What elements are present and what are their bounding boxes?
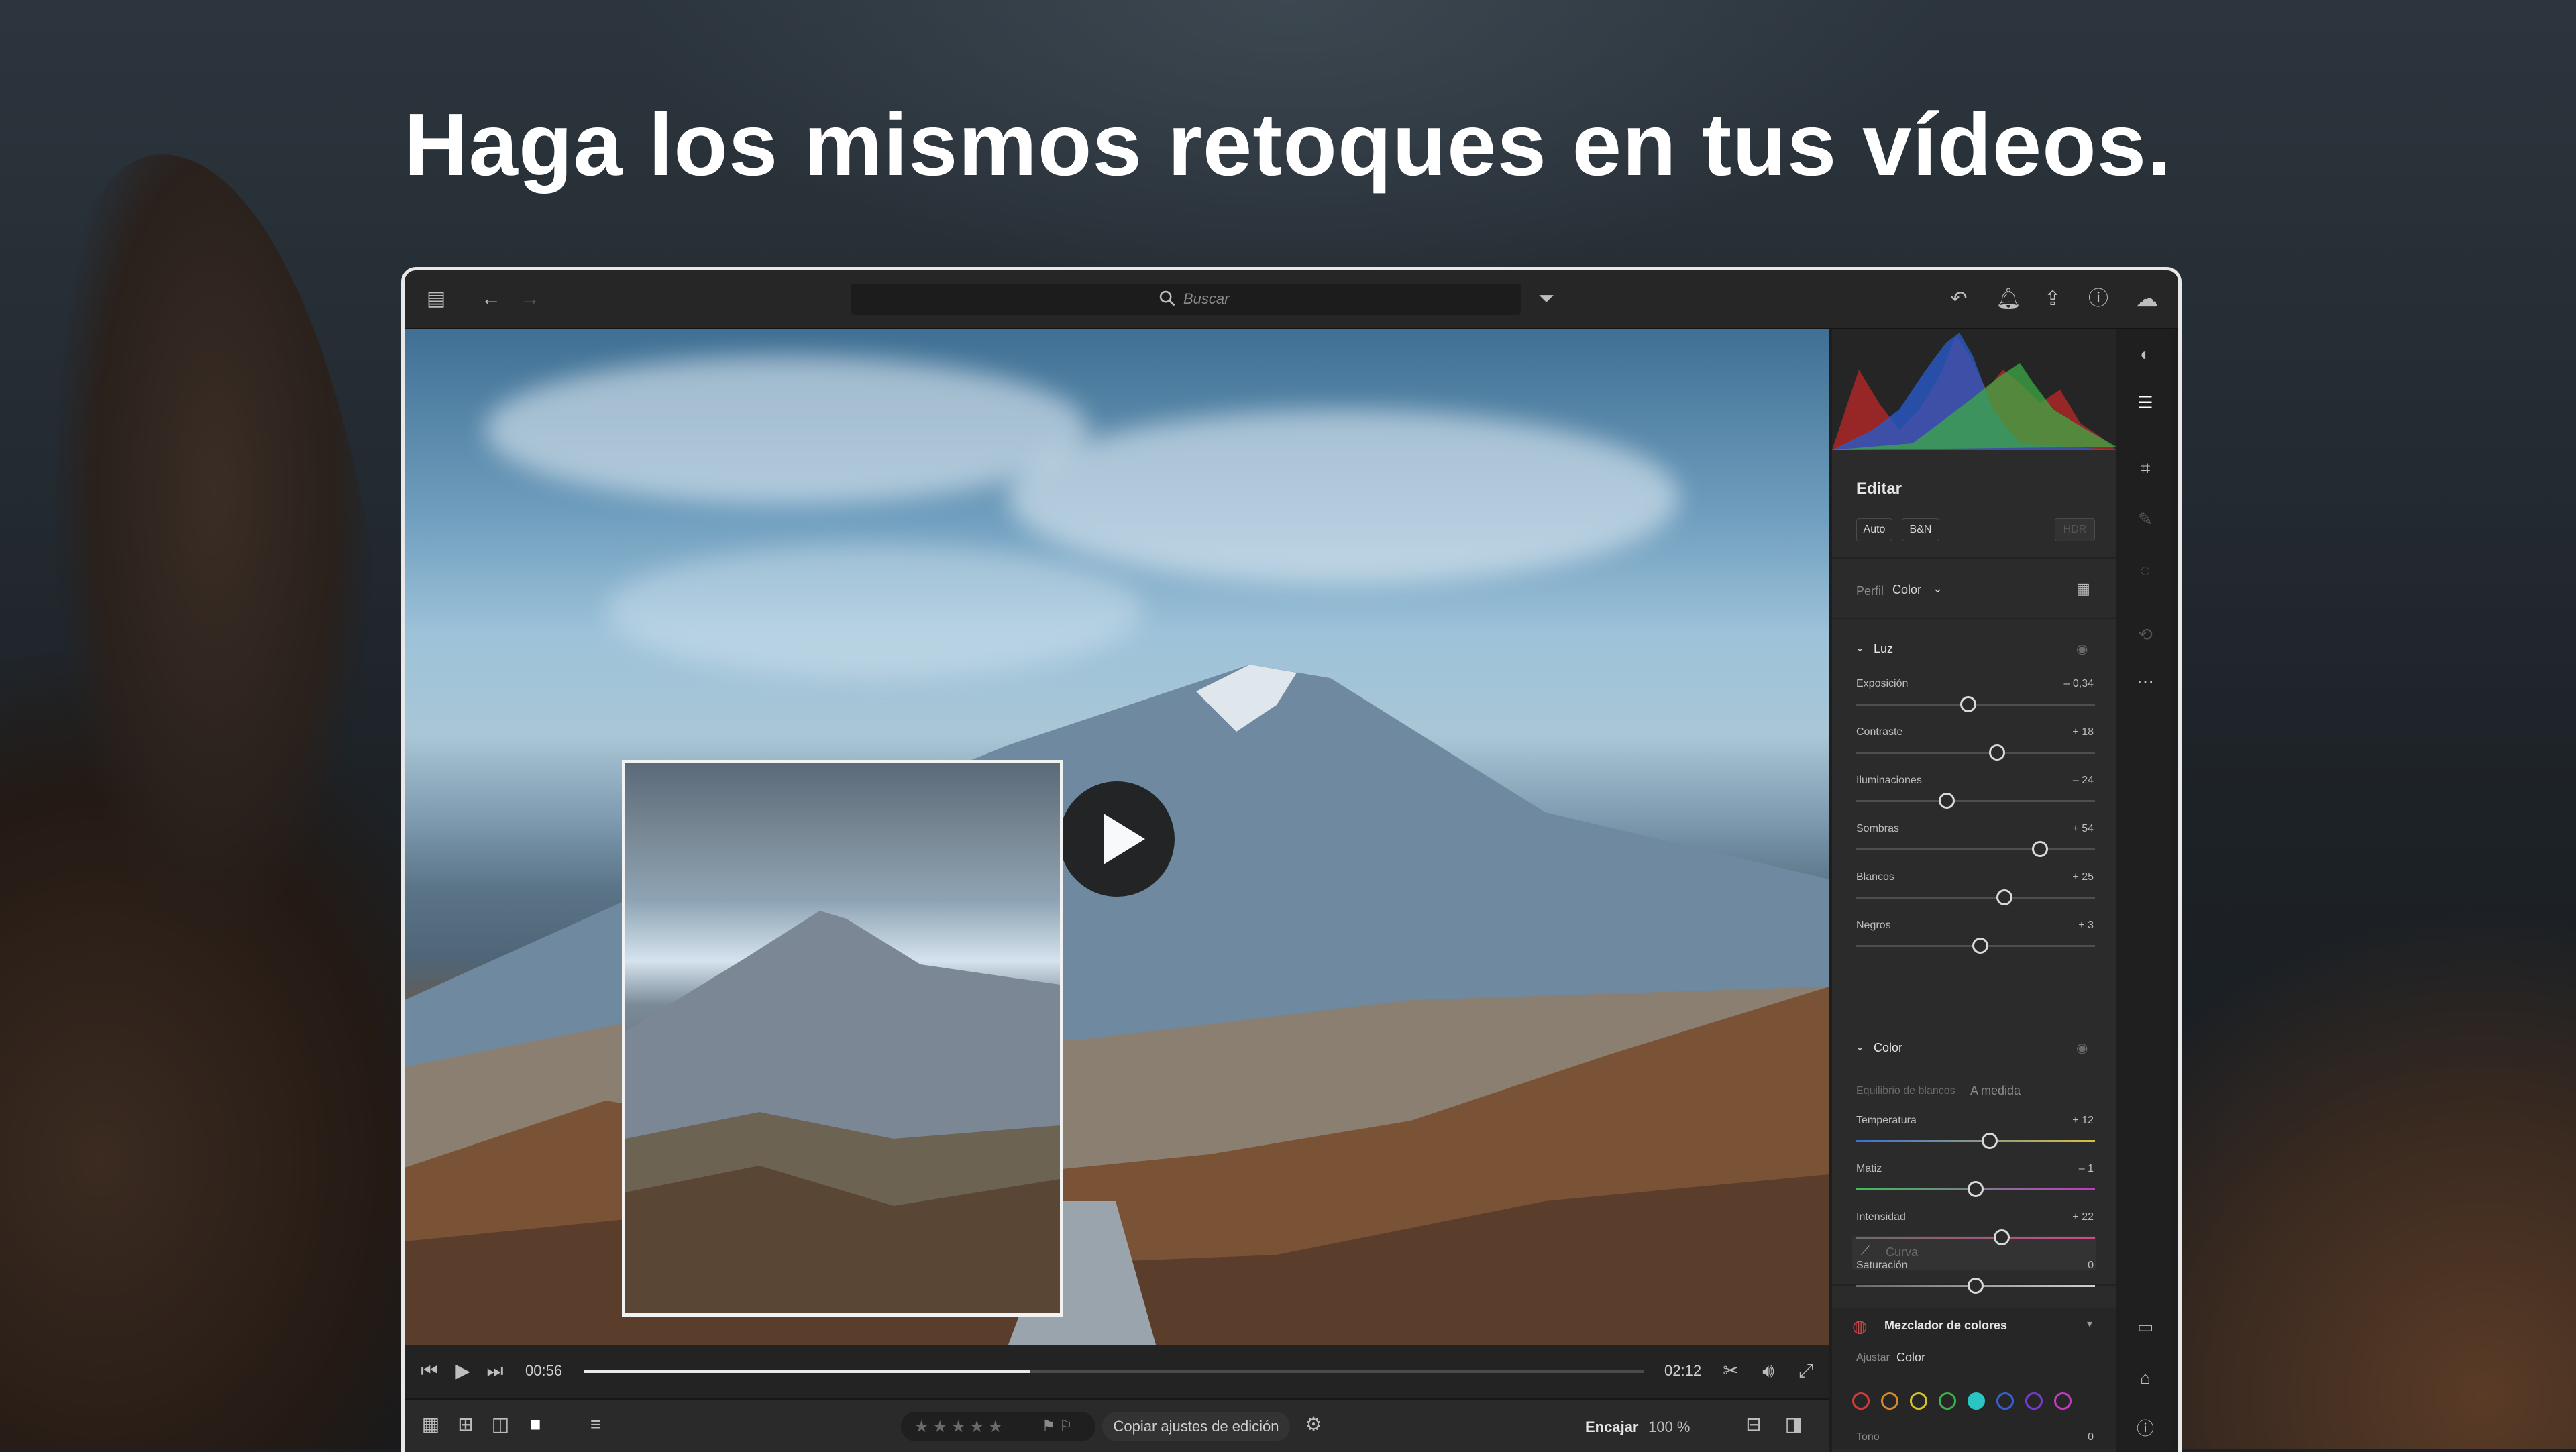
detail-view-icon[interactable]: ■ [524,1413,547,1436]
slider-track[interactable] [1856,752,2095,754]
auto-button[interactable]: Auto [1856,518,1892,541]
volume-icon[interactable]: 🔊︎ [1757,1359,1780,1382]
slider-value[interactable]: – 24 [2073,775,2094,787]
slider-value[interactable]: + 25 [2072,871,2094,883]
headline: Haga los mismos retoques en tus vídeos. [404,95,2172,194]
profile-dropdown[interactable]: Color [1892,583,1921,597]
fit-label[interactable]: Encajar [1585,1418,1639,1436]
rating-flags[interactable]: ★★★★★ ⚑ ⚐ [901,1412,1095,1441]
slider-handle[interactable] [1939,793,1955,809]
presets-icon[interactable]: ◐ [2134,343,2157,366]
bottom-toolbar: ▦ ⊞ ◫ ■ ≡ ★★★★★ ⚑ ⚐ Copiar ajustes de ed… [405,1398,1829,1452]
share-icon[interactable]: ⇪ [2041,288,2064,311]
slider-label: Iluminaciones [1856,775,1922,786]
hdr-button[interactable]: HDR [2055,518,2095,541]
masking-icon[interactable]: ◌ [2134,559,2157,581]
profile-label: Perfil [1856,584,1884,598]
light-section-title[interactable]: Luz [1874,642,1893,656]
curve-button[interactable]: ⟋ Curva [1852,1236,2096,1270]
slider-handle[interactable] [1996,889,2012,905]
timeline-progress [584,1370,1030,1373]
comment-icon[interactable]: ▭ [2134,1315,2157,1338]
bell-icon[interactable]: 🔔︎ [1996,288,2021,311]
filter-icon[interactable]: ⏷ [1535,288,1558,311]
slider-track[interactable] [1856,800,2095,802]
top-toolbar: ▤ ← → Buscar ⏷ ↶ 🔔︎ ⇪ ⓘ ☁ [405,270,2178,329]
info-icon[interactable]: ⓘ [2134,1417,2157,1440]
light-visibility-eye-icon[interactable]: ◉ [2076,640,2088,657]
tag-icon[interactable]: ⌂ [2134,1366,2157,1389]
original-preview-image [622,760,1063,1317]
bw-button[interactable]: B&N [1902,518,1939,541]
slider-label: Blancos [1856,871,1894,883]
slider-handle[interactable] [1960,696,1977,712]
slider-label: Negros [1856,919,1891,931]
curve-icon: ⟋ [1860,1244,1870,1259]
versions-icon[interactable]: ⟲ [2134,623,2157,646]
search-placeholder: Buscar [1183,290,1230,307]
sidebar-toggle-icon[interactable]: ▤ [425,288,447,311]
more-icon[interactable]: ⋯ [2134,670,2157,693]
slider-value[interactable]: + 54 [2072,823,2094,835]
edit-sliders-icon[interactable]: ☰ [2134,391,2157,414]
slider-value[interactable]: + 18 [2072,726,2094,738]
current-time: 00:56 [525,1362,563,1379]
slider-label: Sombras [1856,823,1900,834]
slider-handle[interactable] [1972,938,1989,954]
cloud-icon[interactable]: ☁ [2135,288,2158,311]
trim-icon[interactable]: ✂ [1719,1359,1742,1382]
video-viewer[interactable] [405,329,1829,1345]
total-time: 02:12 [1664,1362,1702,1379]
slider-handle[interactable] [2032,841,2049,857]
undo-icon[interactable]: ↶ [1947,288,1970,311]
slider-value[interactable]: – 0,34 [2064,678,2094,690]
square-grid-icon[interactable]: ⊞ [454,1413,477,1436]
compare-view-icon[interactable]: ◫ [489,1413,512,1436]
light-collapse-icon[interactable]: ⌄ [1855,640,1865,655]
play-button[interactable] [1059,781,1175,897]
filmstrip-icon[interactable]: ⊟ [1742,1413,1765,1436]
settings-gear-icon[interactable]: ⚙ [1302,1413,1325,1436]
copy-settings-button[interactable]: Copiar ajustes de edición [1102,1412,1290,1441]
forward-arrow-icon[interactable]: → [519,288,541,311]
slider-value[interactable]: + 3 [2078,919,2094,932]
panel-title: Editar [1856,480,1902,498]
rock-right [2147,791,2576,1449]
fullscreen-icon[interactable]: ⤢ [1794,1359,1817,1382]
flag-icons[interactable]: ⚑ ⚐ [1042,1417,1073,1435]
help-icon[interactable]: ⓘ [2087,288,2110,311]
grid-view-icon[interactable]: ▦ [419,1413,442,1436]
slider-label: Exposición [1856,678,1909,689]
play-icon[interactable]: ▶ [451,1359,474,1382]
sort-icon[interactable]: ≡ [584,1413,607,1436]
curve-label: Curva [1886,1245,1919,1259]
app-window: ▤ ← → Buscar ⏷ ↶ 🔔︎ ⇪ ⓘ ☁ ⏮ ▶ ⏭ 00:56 02… [401,267,2182,1452]
next-frame-icon[interactable]: ⏭ [484,1359,506,1382]
back-arrow-icon[interactable]: ← [480,288,502,311]
chevron-down-icon[interactable]: ⌄ [1933,581,1943,596]
previous-frame-icon[interactable]: ⏮ [418,1359,441,1382]
search-input[interactable]: Buscar [851,284,1521,315]
slider-track[interactable] [1856,897,2095,899]
profile-browser-icon[interactable]: ▦ [2076,580,2090,598]
timeline-scrubber[interactable] [584,1370,1644,1373]
before-after-icon[interactable]: ◨ [1782,1413,1805,1436]
search-icon [1159,290,1175,306]
star-rating-icons[interactable]: ★★★★★ [914,1417,1007,1437]
color-section [1832,1275,2116,1452]
slider-label: Contraste [1856,726,1903,738]
slider-track[interactable] [1856,848,2095,850]
slider-handle[interactable] [1989,744,2006,761]
crop-icon[interactable]: ⌗ [2134,457,2157,480]
playback-controls: ⏮ ▶ ⏭ 00:56 02:12 ✂ 🔊︎ ⤢ [405,1345,1829,1398]
healing-icon[interactable]: ✎ [2134,508,2157,530]
zoom-level[interactable]: 100 % [1648,1418,1690,1436]
tool-rail: ◐ ☰ ⌗ ✎ ◌ ⟲ ⋯ ▭ ⌂ ⓘ [2119,329,2171,1452]
histogram [1832,329,2116,450]
